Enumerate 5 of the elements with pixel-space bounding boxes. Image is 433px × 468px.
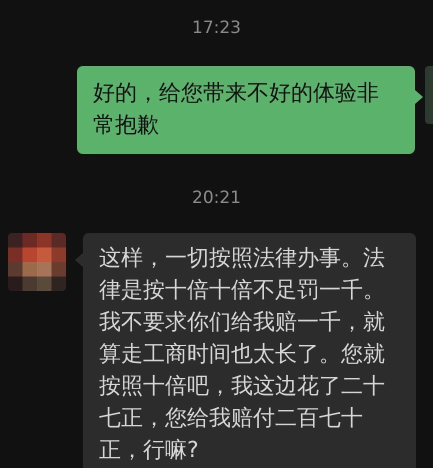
timestamp: 17:23 [192,17,241,39]
avatar [425,66,433,124]
message-bubble: 这样，一切按照法律办事。法律是按十倍十倍不足罚一千。我不要求你们给我赔一千，就算走工商时间也太长了。您就按照十倍吧，我这边花了二十七正，您给我赔付二百七十正，行嘛? [83,233,416,468]
message-bubble: 好的，给您带来不好的体验非常抱歉 [77,66,415,154]
timestamp: 20:21 [192,187,241,209]
